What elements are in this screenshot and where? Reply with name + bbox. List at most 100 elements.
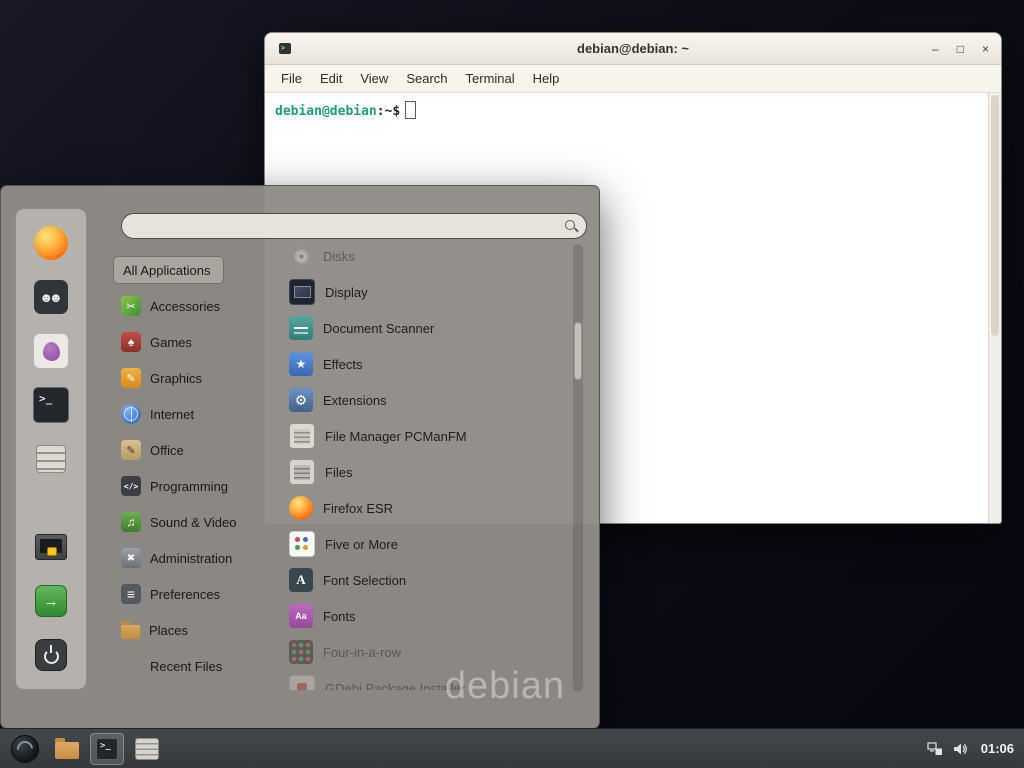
category-label: Accessories	[150, 299, 220, 314]
terminal-cursor	[405, 101, 416, 119]
window-controls: – □ ×	[932, 33, 989, 64]
app-label: Firefox ESR	[323, 501, 393, 516]
programming-icon	[121, 476, 141, 496]
app-extensions[interactable]: Extensions	[289, 382, 569, 418]
category-recent-files[interactable]: Recent Files	[113, 648, 285, 684]
terminal-menu-view[interactable]: View	[352, 68, 396, 89]
app-fonts[interactable]: Fonts	[289, 598, 569, 634]
firefox-icon	[34, 226, 68, 260]
favorite-purple-app[interactable]	[29, 331, 73, 371]
category-label: Administration	[150, 551, 232, 566]
category-label: Recent Files	[150, 659, 222, 674]
shutdown-icon	[35, 639, 67, 671]
category-label: Preferences	[150, 587, 220, 602]
clock[interactable]: 01:06	[981, 741, 1014, 756]
category-sound-video[interactable]: Sound & Video	[113, 504, 285, 540]
firefox-icon	[289, 496, 313, 520]
administration-icon	[121, 548, 141, 568]
menu-button[interactable]	[10, 734, 40, 764]
taskbar-items	[50, 733, 164, 765]
terminal-menu-search[interactable]: Search	[398, 68, 455, 89]
volume-icon[interactable]	[953, 742, 969, 756]
taskbar-item-terminal[interactable]	[90, 733, 124, 765]
desktop[interactable]: debian@debian: ~ – □ × FileEditViewSearc…	[0, 0, 1024, 768]
favorite-users[interactable]	[29, 277, 73, 317]
category-preferences[interactable]: Preferences	[113, 576, 285, 612]
disks-icon	[289, 244, 313, 268]
app-display[interactable]: Display	[289, 274, 569, 310]
search-bar	[121, 213, 587, 239]
favorites-panel	[15, 208, 87, 690]
category-label: Games	[150, 335, 192, 350]
minimize-button[interactable]: –	[932, 43, 939, 55]
app-label: Font Selection	[323, 573, 406, 588]
terminal-scrollbar-thumb[interactable]	[991, 95, 999, 336]
folder-icon	[55, 742, 79, 759]
app-label: Four-in-a-row	[323, 645, 401, 660]
scanner-icon	[289, 316, 313, 340]
category-programming[interactable]: Programming	[113, 468, 285, 504]
terminal-app-icon	[279, 43, 291, 54]
menu-scrollbar-thumb[interactable]	[574, 322, 582, 380]
favorite-logout[interactable]	[29, 581, 73, 621]
menu-scrollbar[interactable]	[573, 244, 583, 692]
category-administration[interactable]: Administration	[113, 540, 285, 576]
graphics-icon	[121, 368, 141, 388]
app-five-or-more[interactable]: Five or More	[289, 526, 569, 562]
favorite-terminal[interactable]	[29, 385, 73, 425]
sound-video-icon	[121, 512, 141, 532]
app-effects[interactable]: Effects	[289, 346, 569, 382]
app-font-selection[interactable]: Font Selection	[289, 562, 569, 598]
maximize-button[interactable]: □	[957, 43, 964, 55]
terminal-title: debian@debian: ~	[265, 41, 1001, 56]
terminal-icon	[96, 738, 118, 760]
debian-menu-icon	[11, 735, 39, 763]
favorite-shutdown[interactable]	[29, 635, 73, 675]
effects-icon	[289, 352, 313, 376]
category-accessories[interactable]: Accessories	[113, 288, 285, 324]
close-button[interactable]: ×	[982, 43, 989, 55]
favorite-firefox[interactable]	[29, 223, 73, 263]
category-all-applications[interactable]: All Applications	[113, 256, 224, 284]
app-disks[interactable]: Disks	[289, 238, 569, 274]
four-in-a-row-icon	[289, 640, 313, 664]
category-graphics[interactable]: Graphics	[113, 360, 285, 396]
terminal-menu-terminal[interactable]: Terminal	[458, 68, 523, 89]
terminal-menu-file[interactable]: File	[273, 68, 310, 89]
app-files[interactable]: Files	[289, 454, 569, 490]
taskbar-item-files[interactable]	[130, 733, 164, 765]
logout-icon	[35, 585, 67, 617]
app-label: Files	[325, 465, 352, 480]
terminal-scrollbar[interactable]	[988, 93, 1001, 523]
favorite-screensaver[interactable]	[29, 527, 73, 567]
taskbar-item-file-manager[interactable]	[50, 733, 84, 765]
terminal-menu-help[interactable]: Help	[525, 68, 568, 89]
drawer-icon	[135, 738, 159, 760]
app-document-scanner[interactable]: Document Scanner	[289, 310, 569, 346]
terminal-titlebar[interactable]: debian@debian: ~ – □ ×	[265, 33, 1001, 65]
category-label: Programming	[150, 479, 228, 494]
category-label: Sound & Video	[150, 515, 237, 530]
prompt-user-host: debian@debian	[275, 104, 377, 119]
files-icon	[289, 459, 315, 485]
terminal-menu-edit[interactable]: Edit	[312, 68, 350, 89]
category-places[interactable]: Places	[113, 612, 285, 648]
category-office[interactable]: Office	[113, 432, 285, 468]
category-internet[interactable]: Internet	[113, 396, 285, 432]
app-label: Document Scanner	[323, 321, 434, 336]
display-icon	[289, 279, 315, 305]
favorite-archive[interactable]	[29, 439, 73, 479]
games-icon	[121, 332, 141, 352]
category-games[interactable]: Games	[113, 324, 285, 360]
search-input[interactable]	[121, 213, 587, 239]
application-menu: All Applications Accessories Games Graphics…	[0, 185, 600, 729]
app-firefox-esr[interactable]: Firefox ESR	[289, 490, 569, 526]
office-icon	[121, 440, 141, 460]
gdebi-icon	[289, 675, 315, 690]
fonts-icon	[289, 604, 313, 628]
terminal-menubar: FileEditViewSearchTerminalHelp	[265, 65, 1001, 93]
category-label: All Applications	[123, 263, 210, 278]
network-icon[interactable]	[927, 742, 943, 756]
terminal-icon	[33, 387, 69, 423]
app-file-manager-pcmanfm[interactable]: File Manager PCManFM	[289, 418, 569, 454]
